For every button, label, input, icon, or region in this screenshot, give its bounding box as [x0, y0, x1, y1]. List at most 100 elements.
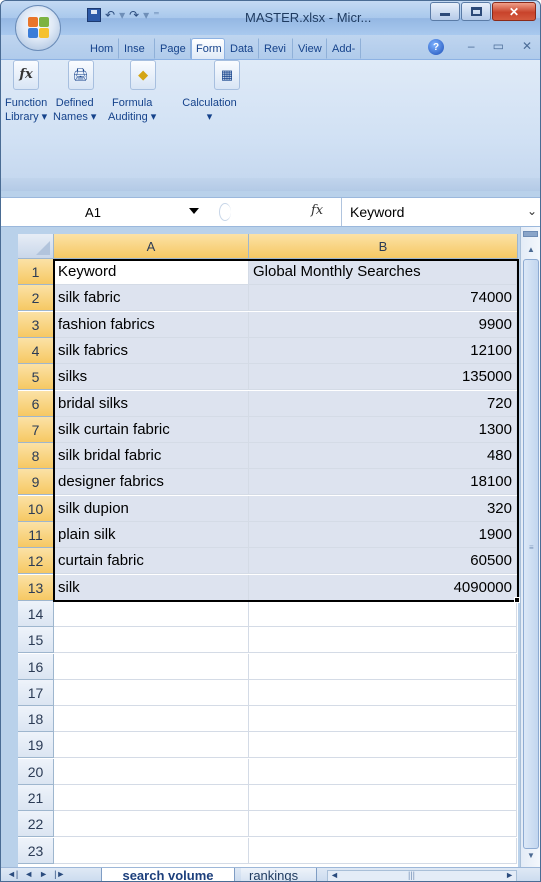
row-header[interactable]: 12 — [18, 548, 54, 574]
cell-b[interactable]: 320 — [249, 496, 517, 522]
row-header[interactable]: 17 — [18, 680, 54, 706]
cell-b[interactable] — [249, 785, 517, 811]
cell-b[interactable] — [249, 759, 517, 785]
cell-a[interactable]: silk curtain fabric — [54, 417, 249, 443]
tab-4[interactable]: Data — [225, 38, 259, 59]
customize-qat-icon[interactable]: ⁼ — [153, 8, 159, 22]
maximize-button[interactable] — [461, 2, 491, 21]
row-header[interactable]: 23 — [18, 838, 54, 864]
row-header[interactable]: 22 — [18, 811, 54, 837]
cell-b[interactable]: 135000 — [249, 364, 517, 390]
cell-b[interactable] — [249, 680, 517, 706]
cell-a[interactable]: silk dupion — [54, 496, 249, 522]
minimize-button[interactable] — [430, 2, 460, 21]
insert-function-icon[interactable]: fx — [311, 203, 323, 218]
row-header[interactable]: 6 — [18, 391, 54, 417]
tab-3[interactable]: Form — [191, 38, 225, 59]
cell-a[interactable]: Keyword — [54, 259, 249, 285]
cell-a[interactable] — [54, 627, 249, 653]
tab-6[interactable]: View — [293, 38, 327, 59]
row-header[interactable]: 8 — [18, 443, 54, 469]
select-all-button[interactable] — [18, 234, 54, 259]
sheet-tab-search-volume[interactable]: search volume — [101, 868, 235, 881]
formula-auditing-button[interactable]: ◆ Formula Auditing ▾ — [108, 60, 156, 124]
cell-b[interactable] — [249, 706, 517, 732]
cell-b[interactable] — [249, 838, 517, 864]
cell-b[interactable]: 1900 — [249, 522, 517, 548]
row-header[interactable]: 3 — [18, 312, 54, 338]
save-icon[interactable] — [87, 8, 101, 22]
calculation-button[interactable]: ▦ Calculation ▾ — [179, 60, 240, 124]
function-library-button[interactable]: fx Function Library ▾ — [5, 60, 47, 124]
name-box[interactable]: A1 — [3, 201, 203, 223]
next-sheet-icon[interactable]: ► — [39, 869, 48, 879]
cell-a[interactable]: bridal silks — [54, 391, 249, 417]
workbook-restore-icon[interactable]: ▭ — [493, 39, 504, 53]
cell-b[interactable] — [249, 811, 517, 837]
last-sheet-icon[interactable]: |► — [54, 869, 65, 879]
cell-a[interactable] — [54, 706, 249, 732]
scroll-thumb[interactable]: ≡ — [523, 259, 539, 849]
row-header[interactable]: 4 — [18, 338, 54, 364]
formula-bar-splitter[interactable] — [219, 203, 231, 221]
first-sheet-icon[interactable]: ◄| — [7, 869, 18, 879]
cell-b[interactable]: 4090000 — [249, 575, 517, 601]
cell-a[interactable]: fashion fabrics — [54, 312, 249, 338]
scroll-up-icon[interactable]: ▲ — [523, 241, 539, 257]
cell-a[interactable] — [54, 601, 249, 627]
row-header[interactable]: 15 — [18, 627, 54, 653]
cell-a[interactable]: silk fabric — [54, 285, 249, 311]
row-header[interactable]: 2 — [18, 285, 54, 311]
cell-b[interactable] — [249, 654, 517, 680]
cell-a[interactable] — [54, 811, 249, 837]
workbook-close-icon[interactable]: ✕ — [522, 39, 532, 53]
cell-a[interactable] — [54, 785, 249, 811]
cell-b[interactable]: 18100 — [249, 469, 517, 495]
scroll-left-icon[interactable]: ◄ — [330, 870, 339, 880]
cell-a[interactable]: silk fabrics — [54, 338, 249, 364]
row-header[interactable]: 18 — [18, 706, 54, 732]
cell-b[interactable] — [249, 601, 517, 627]
cell-a[interactable] — [54, 759, 249, 785]
cell-a[interactable]: curtain fabric — [54, 548, 249, 574]
cell-a[interactable]: designer fabrics — [54, 469, 249, 495]
undo-icon[interactable]: ↶ — [105, 8, 115, 22]
redo-icon[interactable]: ↷ — [129, 8, 139, 22]
tab-0[interactable]: Hom — [85, 38, 119, 59]
prev-sheet-icon[interactable]: ◄ — [24, 869, 33, 879]
cell-b[interactable] — [249, 627, 517, 653]
row-header[interactable]: 10 — [18, 496, 54, 522]
cell-b[interactable]: 480 — [249, 443, 517, 469]
row-header[interactable]: 11 — [18, 522, 54, 548]
cell-b[interactable]: 12100 — [249, 338, 517, 364]
cell-a[interactable]: silk — [54, 575, 249, 601]
cell-b[interactable] — [249, 732, 517, 758]
cell-b[interactable]: 60500 — [249, 548, 517, 574]
column-header-b[interactable]: B — [249, 234, 518, 259]
tab-5[interactable]: Revi — [259, 38, 293, 59]
sheet-tab-rankings[interactable]: rankings — [241, 868, 317, 881]
row-header[interactable]: 5 — [18, 364, 54, 390]
row-header[interactable]: 21 — [18, 785, 54, 811]
cell-b[interactable]: 74000 — [249, 285, 517, 311]
cell-a[interactable]: silk bridal fabric — [54, 443, 249, 469]
chevron-down-icon[interactable] — [189, 208, 199, 214]
row-header[interactable]: 9 — [18, 469, 54, 495]
split-box[interactable] — [523, 231, 538, 237]
scroll-down-icon[interactable]: ▼ — [523, 847, 539, 863]
row-header[interactable]: 20 — [18, 759, 54, 785]
row-header[interactable]: 13 — [18, 575, 54, 601]
dropdown-icon[interactable]: ▾ — [143, 8, 149, 22]
scroll-right-icon[interactable]: ► — [505, 870, 514, 880]
vertical-scrollbar[interactable]: ▲ ≡ ▼ — [520, 227, 540, 867]
tab-2[interactable]: Page — [155, 38, 191, 59]
tab-1[interactable]: Inse — [119, 38, 155, 59]
defined-names-button[interactable]: 🖨 Defined Names ▾ — [53, 60, 96, 124]
row-header[interactable]: 16 — [18, 654, 54, 680]
row-header[interactable]: 14 — [18, 601, 54, 627]
cell-a[interactable]: silks — [54, 364, 249, 390]
cell-a[interactable] — [54, 654, 249, 680]
close-button[interactable]: ✕ — [492, 2, 536, 21]
cell-a[interactable] — [54, 838, 249, 864]
row-header[interactable]: 19 — [18, 732, 54, 758]
